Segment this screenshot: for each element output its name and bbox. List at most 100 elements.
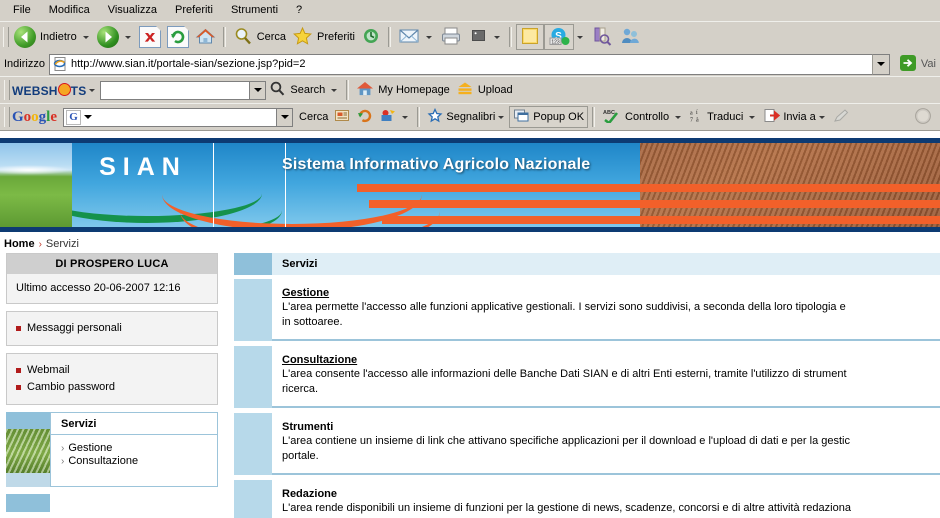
google-options-button[interactable] bbox=[376, 107, 399, 127]
upload-icon bbox=[456, 80, 474, 100]
address-url-text: http://www.sian.it/portale-sian/sezione.… bbox=[70, 58, 306, 70]
menu-item-visualizza[interactable]: Visualizza bbox=[99, 2, 166, 18]
consultazione-link[interactable]: Consultazione bbox=[282, 354, 357, 366]
gestione-link[interactable]: Gestione bbox=[282, 287, 329, 299]
chevron-down-icon[interactable] bbox=[84, 115, 93, 119]
history-button[interactable] bbox=[358, 25, 384, 49]
menu-item-strumenti[interactable]: Strumenti bbox=[222, 2, 287, 18]
entry-tab bbox=[234, 346, 272, 408]
favorites-button[interactable]: Preferiti bbox=[289, 25, 358, 49]
sidebar-item-consultazione[interactable]: › Consultazione bbox=[61, 455, 217, 467]
search-button[interactable]: Cerca bbox=[230, 25, 289, 49]
entry-text-line2: portale. bbox=[282, 450, 319, 462]
google-site-search-icon: G bbox=[66, 109, 82, 125]
google-translate-button[interactable]: a í 7 à Traduci bbox=[686, 107, 746, 127]
research-button[interactable] bbox=[588, 25, 616, 49]
banner-acronym: SIAN bbox=[99, 153, 187, 181]
webshots-grip[interactable] bbox=[4, 80, 10, 100]
google-bookmarks-button[interactable]: Segnalibri bbox=[424, 107, 498, 127]
forward-button[interactable] bbox=[94, 25, 122, 49]
messages-panel-body: Messaggi personali bbox=[7, 312, 217, 345]
google-bookmarks-caret[interactable] bbox=[498, 115, 505, 119]
sidebar-item-gestione[interactable]: › Gestione bbox=[61, 442, 217, 454]
star-outline-icon bbox=[427, 107, 443, 126]
google-spellcheck-button[interactable]: ABC Controllo bbox=[599, 107, 672, 127]
bullet-icon bbox=[16, 368, 21, 373]
webshots-search-label: Search bbox=[290, 84, 326, 96]
breadcrumb: Home › Servizi bbox=[0, 232, 940, 253]
google-news-button[interactable] bbox=[331, 107, 354, 127]
webshots-search-input[interactable] bbox=[100, 80, 251, 100]
webmail-link[interactable]: Webmail bbox=[27, 363, 70, 378]
webshots-search-dropdown[interactable] bbox=[250, 80, 267, 100]
list-item[interactable]: Webmail bbox=[16, 363, 208, 378]
messages-link[interactable]: Messaggi personali bbox=[27, 321, 122, 336]
breadcrumb-home-link[interactable]: Home bbox=[4, 238, 35, 250]
webshots-upload-button[interactable]: Upload bbox=[453, 78, 516, 102]
google-logo[interactable]: Google bbox=[12, 109, 57, 126]
toolbar-separator-3 bbox=[508, 27, 512, 47]
menu-item-preferiti[interactable]: Preferiti bbox=[166, 2, 222, 18]
skype-button[interactable]: S 123 bbox=[543, 24, 574, 50]
google-grip[interactable] bbox=[4, 107, 10, 127]
chevron-right-icon: › bbox=[61, 442, 65, 454]
menu-item-modifica[interactable]: Modifica bbox=[40, 2, 99, 18]
messages-panel: Messaggi personali bbox=[6, 311, 218, 346]
google-search-input[interactable]: G bbox=[63, 107, 278, 127]
google-sendto-caret[interactable] bbox=[818, 115, 825, 119]
messenger-button[interactable] bbox=[616, 25, 644, 49]
menu-item-help[interactable]: ? bbox=[287, 2, 311, 18]
google-history-button[interactable] bbox=[354, 107, 376, 127]
toolbar-grip[interactable] bbox=[3, 27, 9, 47]
page-columns: DI PROSPERO LUCA Ultimo accesso 20-06-20… bbox=[0, 253, 940, 518]
go-button[interactable]: Vai bbox=[895, 54, 940, 74]
svg-text:í: í bbox=[696, 110, 698, 116]
webshots-search-caret[interactable] bbox=[331, 88, 338, 92]
mail-button[interactable] bbox=[395, 25, 423, 49]
mail-dropdown-caret[interactable] bbox=[425, 35, 432, 39]
google-search-button[interactable]: Cerca bbox=[293, 107, 331, 127]
refresh-button[interactable] bbox=[164, 25, 192, 49]
entry-tab bbox=[234, 480, 272, 518]
google-options-caret[interactable] bbox=[402, 115, 409, 119]
search-icon bbox=[233, 26, 253, 49]
home-button[interactable] bbox=[192, 25, 219, 49]
print-button[interactable] bbox=[437, 25, 465, 49]
webshots-homepage-button[interactable]: My Homepage bbox=[353, 78, 453, 102]
edit-dropdown-caret[interactable] bbox=[493, 35, 500, 39]
list-item[interactable]: Cambio password bbox=[16, 380, 208, 395]
webshots-logo[interactable]: WEBSH TS bbox=[12, 82, 86, 98]
webshots-search-button[interactable]: Search bbox=[266, 78, 328, 102]
edit-button[interactable] bbox=[465, 25, 491, 49]
back-button[interactable]: Indietro bbox=[11, 25, 80, 49]
entry-tab bbox=[234, 413, 272, 475]
change-password-link[interactable]: Cambio password bbox=[27, 380, 115, 395]
back-dropdown-caret[interactable] bbox=[82, 35, 89, 39]
entry-body: Gestione L'area permette l'accesso alle … bbox=[272, 279, 940, 341]
google-popup-button[interactable]: Popup OK bbox=[509, 106, 589, 128]
google-autofill-button[interactable] bbox=[830, 107, 853, 127]
google-search-dropdown[interactable] bbox=[277, 107, 294, 127]
service-entry-consultazione: Consultazione L'area consente l'accesso … bbox=[234, 346, 940, 408]
favorites-label: Preferiti bbox=[317, 31, 355, 43]
notes-button[interactable] bbox=[515, 24, 544, 50]
forward-dropdown-caret[interactable] bbox=[124, 35, 131, 39]
list-item[interactable]: Messaggi personali bbox=[16, 321, 208, 336]
menu-item-file[interactable]: File bbox=[4, 2, 40, 18]
skype-dropdown-caret[interactable] bbox=[576, 35, 583, 39]
user-panel-title: DI PROSPERO LUCA bbox=[7, 254, 217, 274]
skype-icon: S 123 bbox=[548, 26, 570, 49]
address-bar: Indirizzo http://www.sian.it/portale-sia… bbox=[0, 52, 940, 76]
webshots-menu-caret[interactable] bbox=[89, 88, 96, 92]
svg-text:123: 123 bbox=[551, 39, 560, 45]
address-input[interactable]: http://www.sian.it/portale-sian/sezione.… bbox=[48, 53, 872, 75]
address-dropdown[interactable] bbox=[871, 53, 890, 75]
google-translate-caret[interactable] bbox=[749, 115, 756, 119]
sidebar-item-consultazione-label[interactable]: Consultazione bbox=[68, 455, 138, 467]
google-sendto-button[interactable]: Invia a bbox=[760, 107, 818, 127]
next-box-thumbnail bbox=[6, 494, 50, 512]
sidebar-item-gestione-label[interactable]: Gestione bbox=[68, 442, 112, 454]
stop-button[interactable] bbox=[136, 25, 164, 49]
address-label: Indirizzo bbox=[4, 58, 45, 70]
google-spellcheck-caret[interactable] bbox=[675, 115, 682, 119]
